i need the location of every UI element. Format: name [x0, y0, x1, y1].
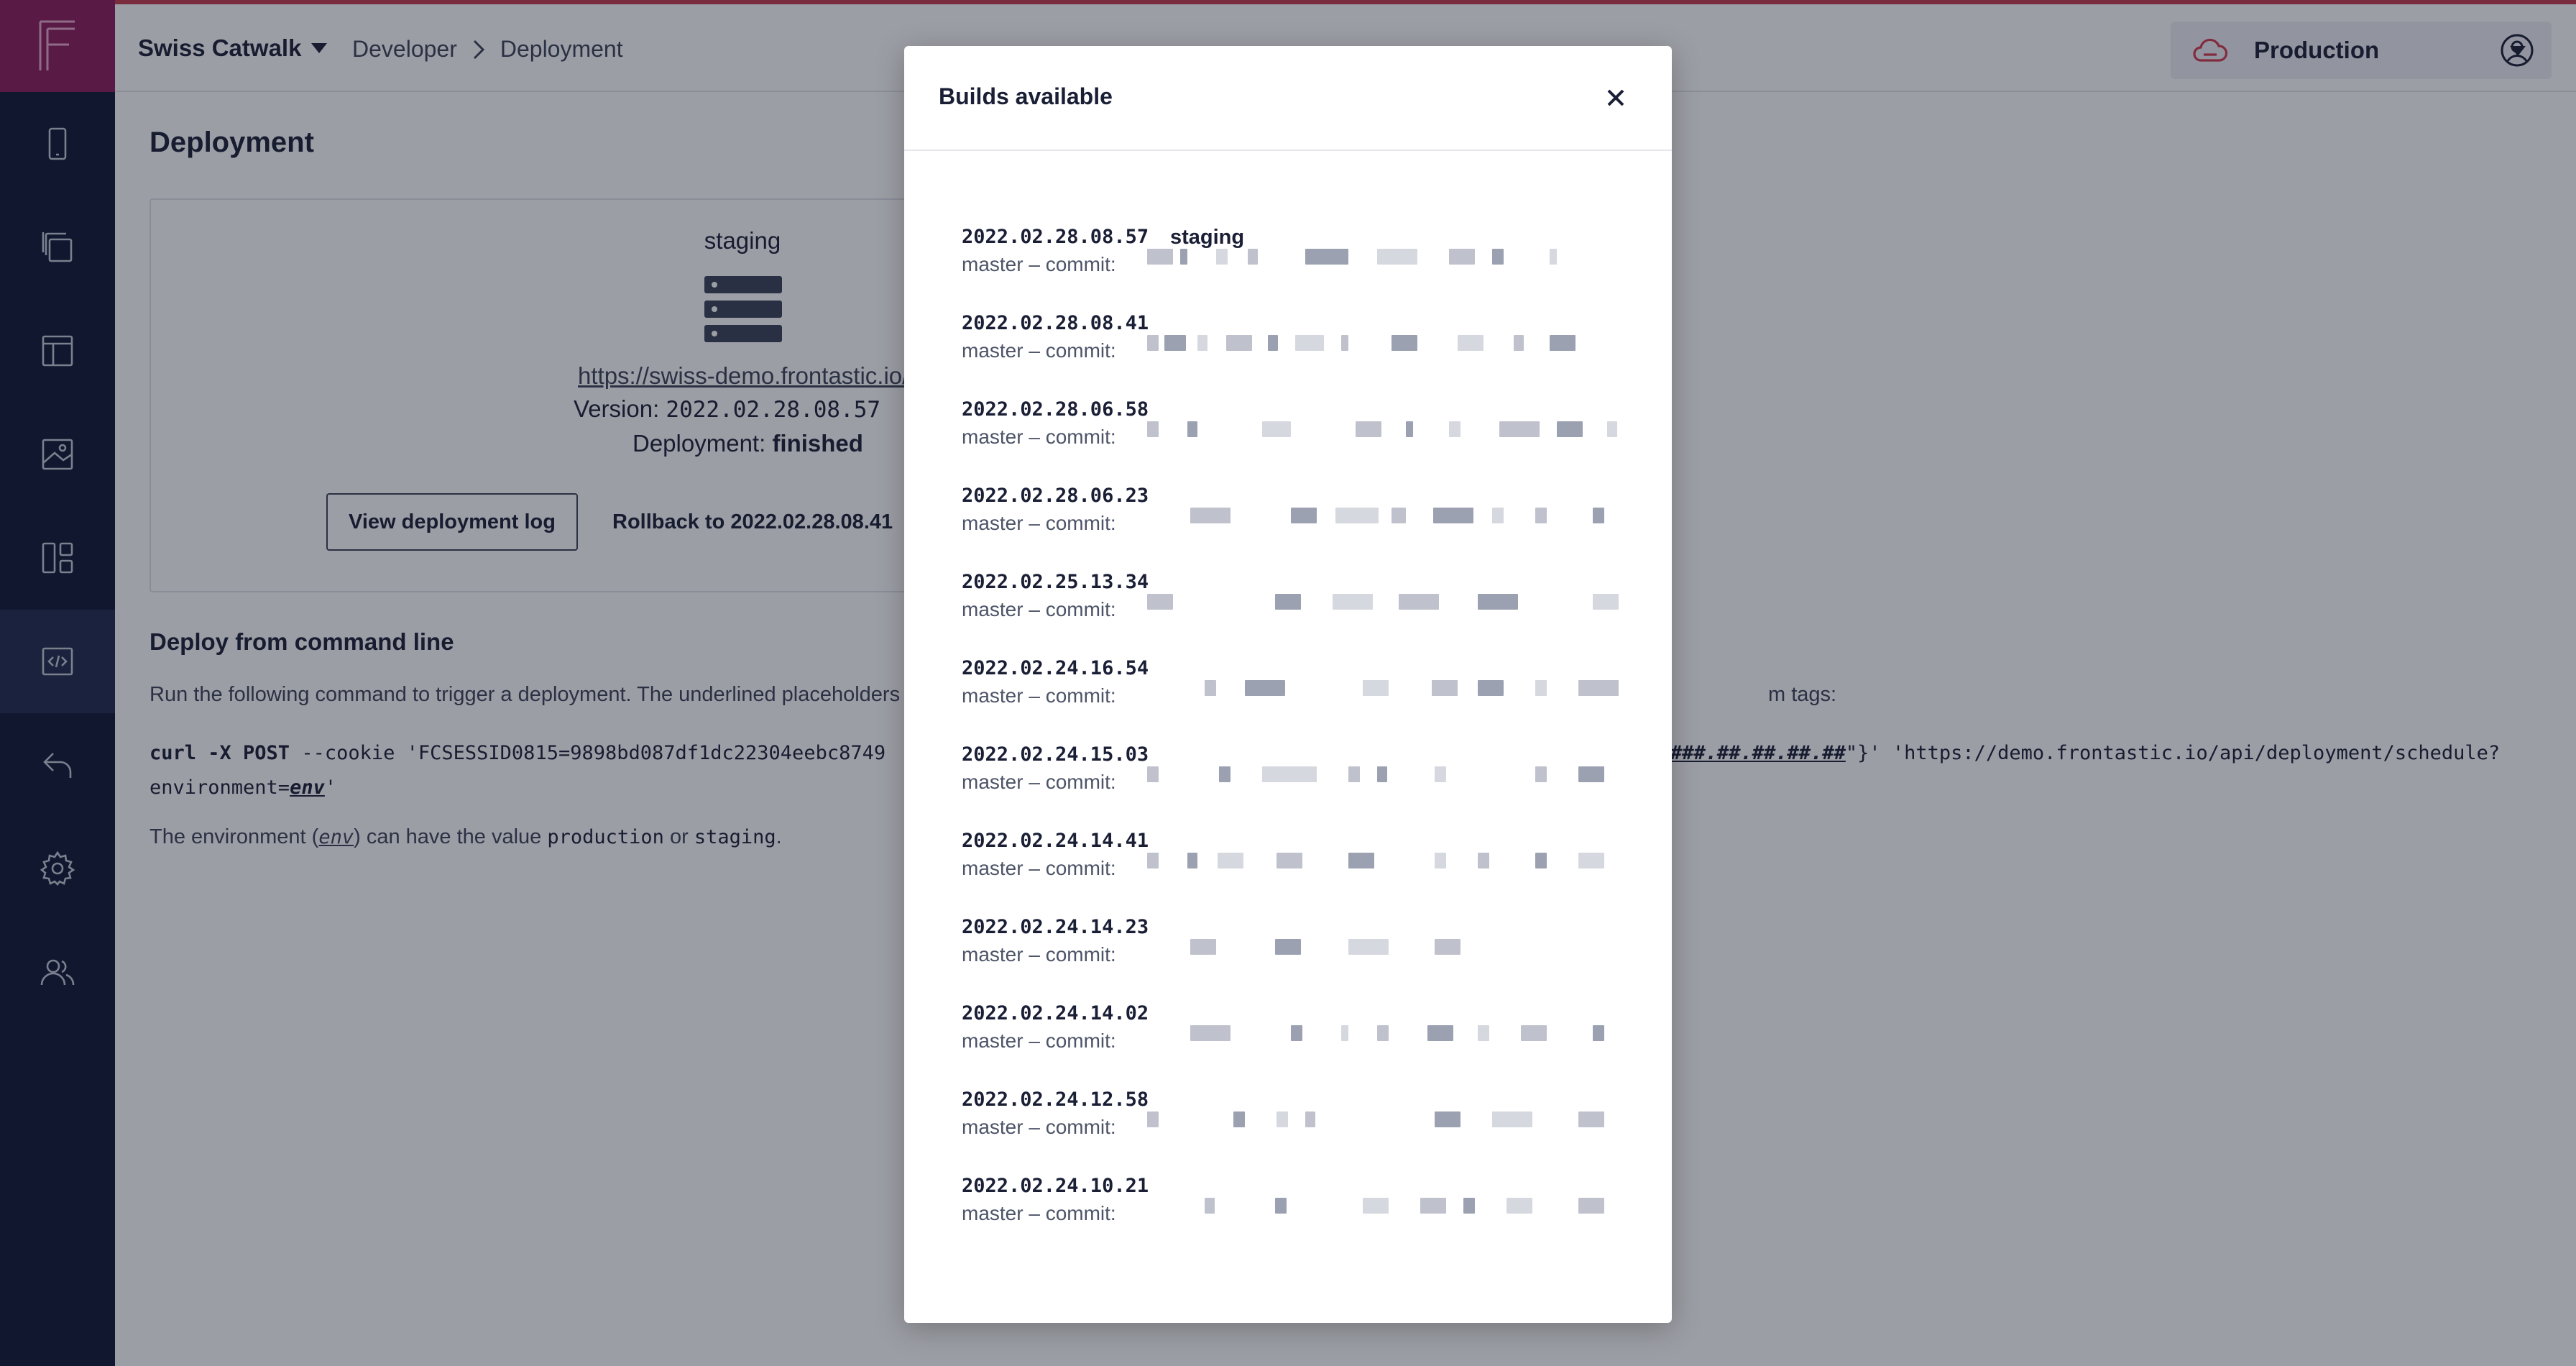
redacted-commit-hash: [1128, 1111, 1610, 1130]
modal-header: Builds available: [904, 46, 1672, 151]
redacted-commit-hash: [1128, 508, 1610, 526]
build-row[interactable]: 2022.02.24.14.41 master – commit:: [962, 830, 1630, 916]
build-meta: master – commit:: [962, 1202, 1116, 1224]
build-row[interactable]: 2022.02.24.16.54 master – commit:: [962, 657, 1630, 743]
build-id: 2022.02.24.16.54: [962, 657, 1149, 679]
build-meta: master – commit:: [962, 1116, 1116, 1138]
build-row[interactable]: 2022.02.24.15.03 master – commit:: [962, 743, 1630, 830]
close-icon: [1607, 89, 1624, 106]
redacted-commit-hash: [1128, 335, 1610, 354]
modal-title: Builds available: [939, 83, 1113, 109]
build-id: 2022.02.25.13.34: [962, 571, 1149, 593]
build-id: 2022.02.24.14.41: [962, 830, 1149, 852]
build-row[interactable]: 2022.02.28.06.58 master – commit:: [962, 398, 1630, 485]
build-id: 2022.02.24.14.23: [962, 916, 1149, 938]
builds-list: 2022.02.28.08.57 staging master – commit: 2…: [962, 226, 1630, 1261]
redacted-commit-hash: [1128, 421, 1617, 440]
build-row[interactable]: 2022.02.24.10.21 master – commit:: [962, 1175, 1630, 1261]
redacted-commit-hash: [1128, 1198, 1610, 1216]
build-meta: master – commit:: [962, 771, 1116, 793]
build-id: 2022.02.28.06.58: [962, 398, 1149, 421]
build-id: 2022.02.24.15.03: [962, 743, 1149, 766]
close-button[interactable]: [1601, 83, 1630, 112]
build-tag: staging: [1170, 226, 1245, 249]
build-id: 2022.02.28.06.23: [962, 485, 1149, 507]
redacted-commit-hash: [1128, 939, 1610, 958]
build-meta: master – commit:: [962, 512, 1116, 534]
build-row[interactable]: 2022.02.24.12.58 master – commit:: [962, 1088, 1630, 1175]
build-meta: master – commit:: [962, 253, 1116, 275]
build-id: 2022.02.24.12.58: [962, 1088, 1149, 1111]
build-meta: master – commit:: [962, 1030, 1116, 1052]
build-meta: master – commit:: [962, 598, 1116, 620]
build-id: 2022.02.24.14.02: [962, 1002, 1149, 1024]
build-row[interactable]: 2022.02.28.06.23 master – commit:: [962, 485, 1630, 571]
build-meta: master – commit:: [962, 857, 1116, 879]
build-meta: master – commit:: [962, 426, 1116, 448]
redacted-commit-hash: [1128, 853, 1610, 871]
redacted-commit-hash: [1128, 249, 1610, 267]
build-row[interactable]: 2022.02.25.13.34 master – commit:: [962, 571, 1630, 657]
build-id: 2022.02.28.08.57: [962, 226, 1149, 248]
build-meta: master – commit:: [962, 684, 1116, 707]
build-id: 2022.02.28.08.41: [962, 312, 1149, 334]
build-row[interactable]: 2022.02.28.08.57 staging master – commit:: [962, 226, 1630, 312]
redacted-commit-hash: [1128, 766, 1610, 785]
build-id: 2022.02.24.10.21: [962, 1175, 1149, 1197]
builds-modal: Builds available 2022.02.28.08.57 staging…: [904, 46, 1672, 1323]
build-row[interactable]: 2022.02.28.08.41 master – commit:: [962, 312, 1630, 398]
redacted-commit-hash: [1128, 594, 1619, 613]
build-row[interactable]: 2022.02.24.14.02 master – commit:: [962, 1002, 1630, 1088]
build-meta: master – commit:: [962, 943, 1116, 966]
build-row[interactable]: 2022.02.24.14.23 master – commit:: [962, 916, 1630, 1002]
redacted-commit-hash: [1128, 1025, 1610, 1044]
redacted-commit-hash: [1128, 680, 1619, 699]
build-meta: master – commit:: [962, 339, 1116, 362]
